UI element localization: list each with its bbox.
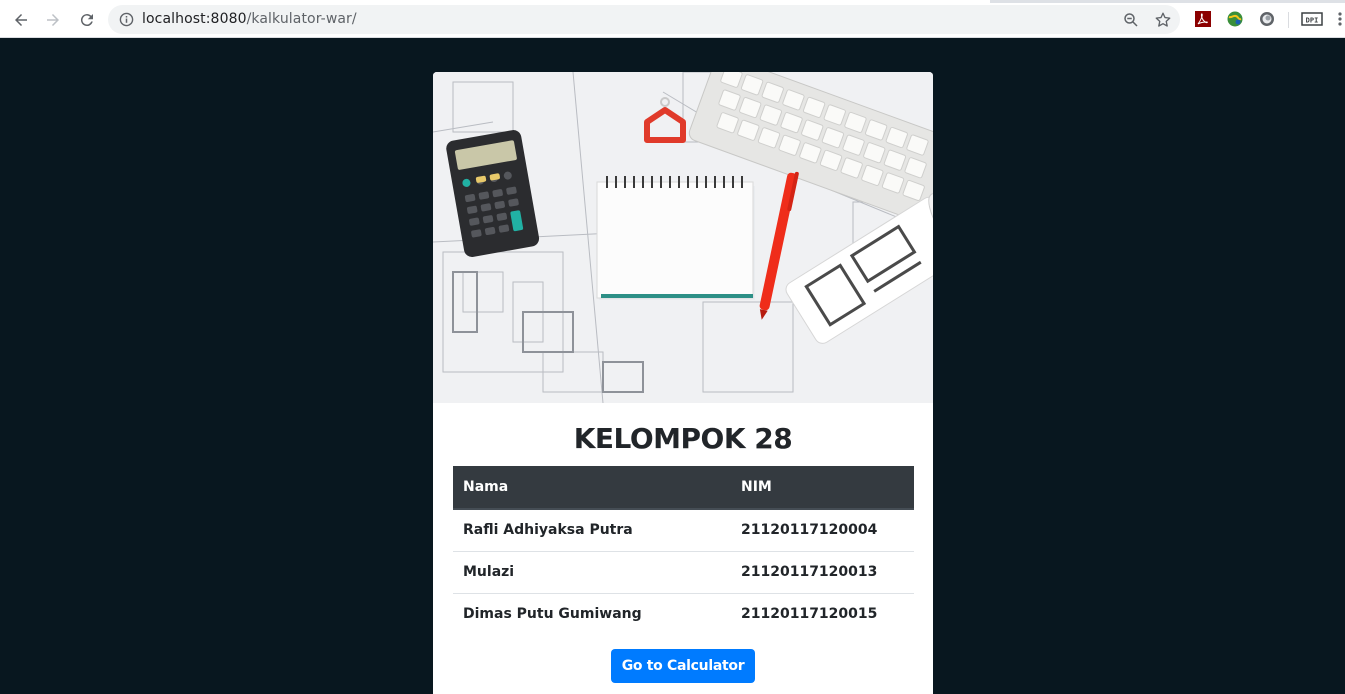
column-header-nim: NIM — [731, 466, 914, 510]
star-icon[interactable] — [1154, 11, 1172, 29]
desk-blueprint-illustration — [433, 72, 933, 403]
page-title: KELOMPOK 28 — [573, 422, 793, 455]
member-nim: 21120117120015 — [731, 592, 914, 635]
table-row: Dimas Putu Gumiwang 21120117120015 — [453, 592, 914, 635]
info-icon[interactable] — [119, 12, 134, 27]
globe-extension-icon[interactable] — [1226, 10, 1244, 28]
circle-extension-icon[interactable] — [1258, 10, 1276, 28]
hero-image — [433, 72, 933, 403]
address-bar[interactable]: localhost:8080/kalkulator-war/ — [108, 5, 1180, 34]
browser-toolbar: localhost:8080/kalkulator-war/ DPI — [0, 0, 1345, 38]
url-text[interactable]: localhost:8080/kalkulator-war/ — [142, 11, 357, 27]
toolbar-separator — [1288, 12, 1289, 28]
go-to-calculator-button[interactable]: Go to Calculator — [611, 649, 755, 683]
member-name: Rafli Adhiyaksa Putra — [463, 522, 633, 539]
forward-icon[interactable] — [42, 9, 64, 31]
dpi-label: DPI — [1306, 17, 1319, 25]
member-name: Mulazi — [453, 550, 731, 593]
member-nim: 21120117120013 — [731, 550, 914, 593]
member-name: Dimas Putu Gumiwang — [453, 592, 731, 635]
table-row: Mulazi 21120117120013 — [453, 550, 914, 593]
reload-icon[interactable] — [76, 9, 98, 31]
url-path: /kalkulator-war/ — [246, 11, 357, 27]
table-header-row: Nama NIM — [453, 466, 914, 510]
menu-icon[interactable] — [1336, 10, 1344, 28]
back-icon[interactable] — [10, 9, 32, 31]
url-host: localhost:8080 — [142, 11, 247, 27]
zoom-icon[interactable] — [1122, 11, 1140, 29]
member-nim: 21120117120004 — [741, 522, 878, 539]
group-card: KELOMPOK 28 Nama NIM Rafli Adhiyaksa Put… — [433, 72, 933, 694]
tab-strip-edge — [0, 0, 1345, 3]
table-row: Rafli Adhiyaksa Putra 21120117120004 — [453, 509, 914, 551]
column-header-nama: Nama — [453, 466, 731, 510]
member-table: Nama NIM Rafli Adhiyaksa Putra 211201171… — [453, 466, 914, 635]
dpi-extension-icon[interactable]: DPI — [1301, 10, 1323, 28]
pdf-extension-icon[interactable] — [1194, 10, 1212, 28]
